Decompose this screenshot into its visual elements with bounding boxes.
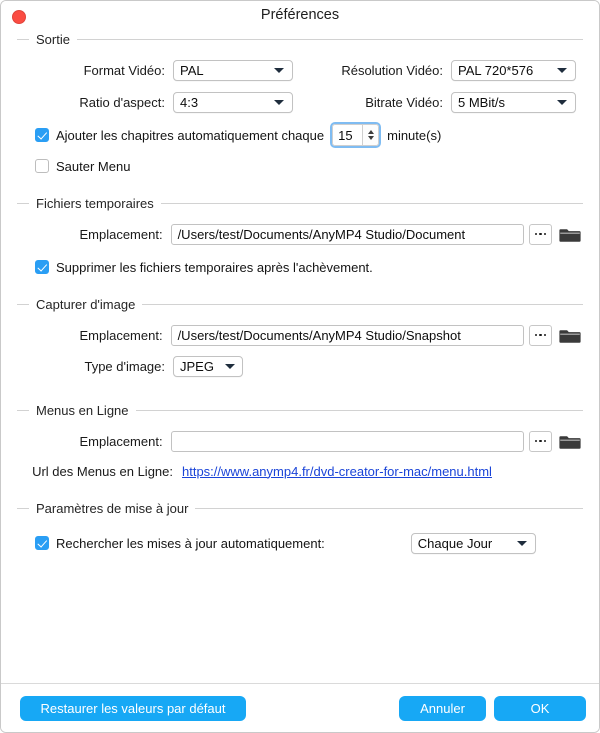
dot xyxy=(544,334,547,337)
menus-url-label: Url des Menus en Ligne: xyxy=(19,464,173,479)
image-type-select[interactable]: JPEG xyxy=(173,356,243,377)
video-resolution-label: Résolution Vidéo: xyxy=(307,63,443,78)
video-format-value: PAL xyxy=(180,63,204,78)
dot xyxy=(544,233,547,236)
row-auto-update: Rechercher les mises à jour automatiquem… xyxy=(35,532,583,554)
chevron-down-icon xyxy=(274,68,284,73)
delete-temp-label: Supprimer les fichiers temporaires après… xyxy=(56,260,373,275)
section-online-menus: Menus en Ligne Emplacement: xyxy=(17,402,583,486)
snapshot-location-folder-button[interactable] xyxy=(557,324,583,346)
delete-temp-checkbox[interactable] xyxy=(35,260,49,274)
row-video-format: Format Vidéo: PAL Résolution Vidéo: PAL … xyxy=(19,56,583,84)
dialog-footer: Restaurer les valeurs par défaut Annuler… xyxy=(1,683,599,732)
section-updates: Paramètres de mise à jour Rechercher les… xyxy=(17,500,583,558)
auto-update-label: Rechercher les mises à jour automatiquem… xyxy=(56,536,325,551)
temp-location-browse-button[interactable] xyxy=(529,224,553,245)
video-format-select[interactable]: PAL xyxy=(173,60,293,81)
menus-location-input[interactable] xyxy=(171,431,524,452)
dot xyxy=(535,233,538,236)
section-temp-files-body: Emplacement: /Users/test/Documents/AnyMP… xyxy=(17,212,583,282)
update-frequency-select[interactable]: Chaque Jour xyxy=(411,533,536,554)
skip-menu-checkbox[interactable] xyxy=(35,159,49,173)
menus-location-browse-button[interactable] xyxy=(529,431,553,452)
menus-url-link[interactable]: https://www.anymp4.fr/dvd-creator-for-ma… xyxy=(182,464,492,479)
section-output: Sortie Format Vidéo: PAL Résolution Vidé… xyxy=(17,31,583,181)
cancel-button[interactable]: Annuler xyxy=(399,696,486,721)
section-online-menus-legend: Menus en Ligne xyxy=(29,402,136,419)
auto-chapters-checkbox[interactable] xyxy=(35,128,49,142)
chevron-down-icon xyxy=(557,68,567,73)
preferences-content: Sortie Format Vidéo: PAL Résolution Vidé… xyxy=(1,31,599,558)
dot xyxy=(539,233,542,236)
menus-location-label: Emplacement: xyxy=(19,434,163,449)
row-menus-url: Url des Menus en Ligne: https://www.anym… xyxy=(19,460,583,482)
chevron-down-icon xyxy=(274,100,284,105)
row-temp-location: Emplacement: /Users/test/Documents/AnyMP… xyxy=(19,220,583,248)
folder-icon xyxy=(559,433,581,450)
preferences-window: Préférences Sortie Format Vidéo: PAL Rés… xyxy=(0,0,600,733)
folder-icon xyxy=(559,226,581,243)
temp-location-label: Emplacement: xyxy=(19,227,163,242)
video-bitrate-value: 5 MBit/s xyxy=(458,95,505,110)
aspect-ratio-select[interactable]: 4:3 xyxy=(173,92,293,113)
aspect-ratio-value: 4:3 xyxy=(180,95,198,110)
chapter-unit-label: minute(s) xyxy=(387,128,441,143)
section-snapshot: Capturer d'image Emplacement: /Users/tes… xyxy=(17,296,583,388)
section-updates-body: Rechercher les mises à jour automatiquem… xyxy=(17,517,583,558)
row-skip-menu: Sauter Menu xyxy=(35,155,583,177)
section-temp-files-legend: Fichiers temporaires xyxy=(29,195,161,212)
temp-location-input[interactable]: /Users/test/Documents/AnyMP4 Studio/Docu… xyxy=(171,224,524,245)
menus-location-folder-button[interactable] xyxy=(557,430,583,452)
auto-update-checkbox[interactable] xyxy=(35,536,49,550)
ok-button[interactable]: OK xyxy=(494,696,586,721)
row-image-type: Type d'image: JPEG xyxy=(19,352,583,380)
video-format-label: Format Vidéo: xyxy=(19,63,165,78)
folder-icon xyxy=(559,327,581,344)
snapshot-location-label: Emplacement: xyxy=(19,328,163,343)
video-bitrate-label: Bitrate Vidéo: xyxy=(307,95,443,110)
video-resolution-value: PAL 720*576 xyxy=(458,63,533,78)
chapter-interval-stepper[interactable]: 15 xyxy=(330,122,381,148)
row-menus-location: Emplacement: xyxy=(19,427,583,455)
row-delete-temp: Supprimer les fichiers temporaires après… xyxy=(35,256,583,278)
chevron-down-icon xyxy=(517,541,527,546)
section-temp-files: Fichiers temporaires Emplacement: /Users… xyxy=(17,195,583,282)
row-auto-chapters: Ajouter les chapitres automatiquement ch… xyxy=(35,124,583,146)
image-type-value: JPEG xyxy=(180,359,214,374)
window-title: Préférences xyxy=(1,7,599,23)
skip-menu-label: Sauter Menu xyxy=(56,159,130,174)
chevron-up-icon[interactable] xyxy=(368,130,374,134)
section-snapshot-legend: Capturer d'image xyxy=(29,296,142,313)
dot xyxy=(535,334,538,337)
restore-defaults-button[interactable]: Restaurer les valeurs par défaut xyxy=(20,696,246,721)
row-aspect-ratio: Ratio d'aspect: 4:3 Bitrate Vidéo: 5 MBi… xyxy=(19,88,583,116)
dot xyxy=(535,440,538,443)
dot xyxy=(539,440,542,443)
video-bitrate-select[interactable]: 5 MBit/s xyxy=(451,92,576,113)
section-output-legend: Sortie xyxy=(29,31,77,48)
stepper-buttons[interactable] xyxy=(362,124,379,146)
chevron-down-icon xyxy=(557,100,567,105)
temp-location-folder-button[interactable] xyxy=(557,223,583,245)
section-output-body: Format Vidéo: PAL Résolution Vidéo: PAL … xyxy=(17,48,583,181)
video-resolution-select[interactable]: PAL 720*576 xyxy=(451,60,576,81)
row-snapshot-location: Emplacement: /Users/test/Documents/AnyMP… xyxy=(19,321,583,349)
snapshot-location-input[interactable]: /Users/test/Documents/AnyMP4 Studio/Snap… xyxy=(171,325,524,346)
section-snapshot-body: Emplacement: /Users/test/Documents/AnyMP… xyxy=(17,313,583,388)
title-bar: Préférences xyxy=(1,1,599,31)
dot xyxy=(539,334,542,337)
auto-chapters-label: Ajouter les chapitres automatiquement ch… xyxy=(56,128,324,143)
image-type-label: Type d'image: xyxy=(19,359,165,374)
section-updates-legend: Paramètres de mise à jour xyxy=(29,500,195,517)
update-frequency-value: Chaque Jour xyxy=(418,536,492,551)
snapshot-location-browse-button[interactable] xyxy=(529,325,553,346)
chapter-interval-input[interactable]: 15 xyxy=(332,124,362,146)
chevron-down-icon[interactable] xyxy=(368,136,374,140)
section-online-menus-body: Emplacement: Url des xyxy=(17,419,583,486)
dot xyxy=(544,440,547,443)
aspect-ratio-label: Ratio d'aspect: xyxy=(19,95,165,110)
chevron-down-icon xyxy=(225,364,235,369)
